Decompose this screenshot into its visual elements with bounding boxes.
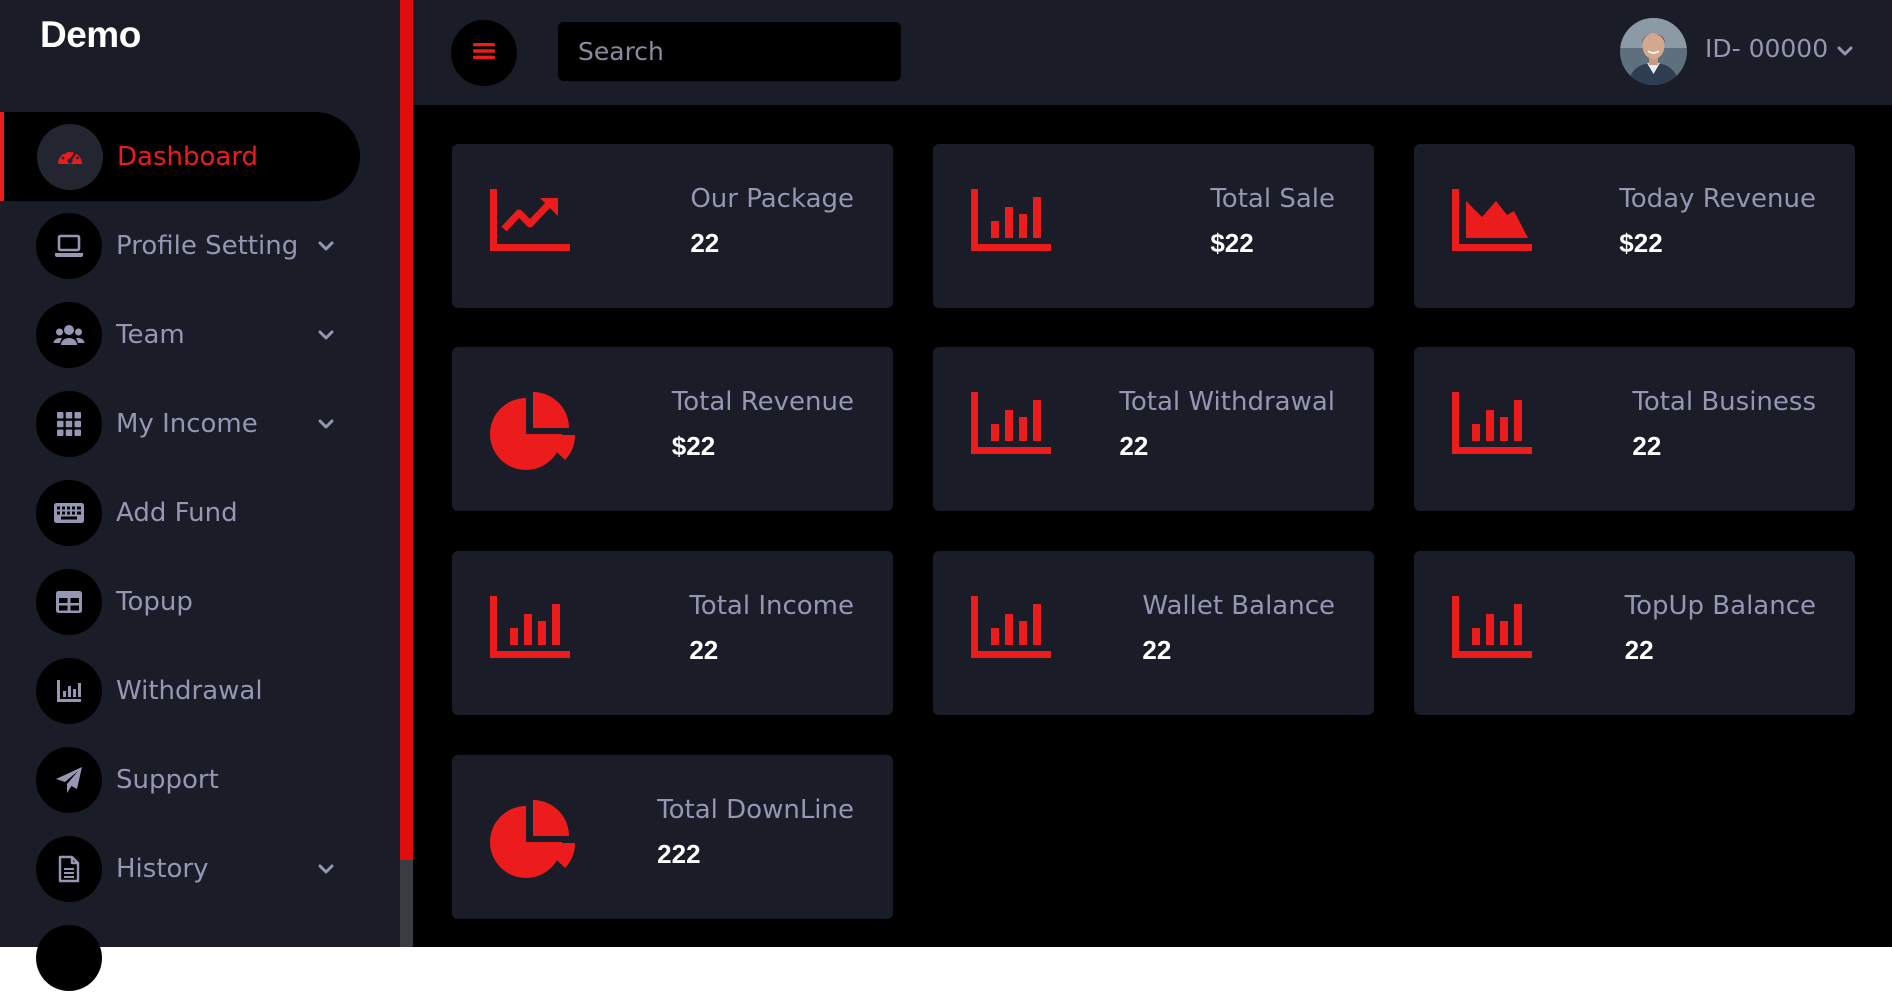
chart-icon	[36, 658, 102, 724]
card-text: Total Business 22	[1632, 385, 1816, 461]
menu-toggle-button[interactable]	[451, 20, 517, 86]
avatar[interactable]	[1620, 18, 1687, 85]
card-text: Total DownLine 222	[657, 793, 854, 869]
sidebar: Demo Dashboard Profile Setting Team My I…	[0, 0, 400, 991]
chevron-down-icon[interactable]	[318, 860, 334, 879]
stat-card-total-withdrawal[interactable]: Total Withdrawal 22	[933, 347, 1374, 511]
stat-card-total-sale[interactable]: Total Sale $22	[933, 144, 1374, 308]
stat-card-topup-balance[interactable]: TopUp Balance 22	[1414, 551, 1855, 715]
card-label: TopUp Balance	[1624, 591, 1816, 621]
bar-chart-icon	[971, 189, 1051, 255]
laptop-icon	[36, 213, 102, 279]
sidebar-item-label: Add Fund	[116, 498, 238, 528]
bar-chart-icon	[1452, 392, 1532, 458]
card-label: Total Income	[689, 591, 854, 621]
top-header: ID- 00000	[413, 0, 1892, 105]
card-text: Total Withdrawal 22	[1119, 385, 1335, 461]
card-label: Today Revenue	[1619, 184, 1816, 214]
sidebar-item-topup[interactable]: Topup	[0, 557, 360, 646]
card-value: $22	[671, 431, 716, 461]
sidebar-menu: Dashboard Profile Setting Team My Income…	[0, 112, 400, 1002]
sidebar-item-label: Withdrawal	[116, 676, 263, 706]
grid-icon	[36, 391, 102, 457]
stat-card-today-revenue[interactable]: Today Revenue $22	[1414, 144, 1855, 308]
chevron-down-icon[interactable]	[318, 237, 334, 256]
card-value: 22	[1624, 635, 1654, 665]
sidebar-item-support[interactable]: Support	[0, 735, 360, 824]
card-value: 22	[1119, 431, 1149, 461]
chevron-down-icon[interactable]	[318, 415, 334, 434]
card-label: Total DownLine	[657, 795, 854, 825]
card-text: TopUp Balance 22	[1625, 589, 1816, 665]
bar-chart-icon	[971, 596, 1051, 662]
sidebar-item-label: Dashboard	[117, 142, 259, 172]
search-input[interactable]	[558, 22, 901, 81]
speedometer-icon	[37, 124, 103, 190]
sidebar-item-label: Profile Setting	[116, 231, 299, 261]
menu-icon-circle	[36, 925, 102, 991]
bar-chart-icon	[1452, 596, 1532, 662]
card-label: Total Revenue	[671, 387, 854, 417]
user-id-label[interactable]: ID- 00000	[1705, 34, 1828, 63]
app-root: Demo Dashboard Profile Setting Team My I…	[0, 0, 1892, 991]
card-value: $22	[1210, 228, 1254, 258]
card-label: Our Package	[690, 184, 854, 214]
document-icon	[36, 836, 102, 902]
chevron-down-icon[interactable]	[318, 326, 334, 345]
stat-card-total-business[interactable]: Total Business 22	[1414, 347, 1855, 511]
stat-card-total-revenue[interactable]: Total Revenue $22	[452, 347, 893, 511]
card-text: Total Revenue $22	[672, 385, 854, 461]
card-value: 22	[690, 228, 720, 258]
card-label: Wallet Balance	[1142, 591, 1335, 621]
sidebar-item-add-fund[interactable]: Add Fund	[0, 468, 360, 557]
table-icon	[36, 569, 102, 635]
sidebar-item-label: Support	[116, 765, 219, 795]
sidebar-item-withdrawal[interactable]: Withdrawal	[0, 646, 360, 735]
users-icon	[36, 302, 102, 368]
sidebar-item-history[interactable]: History	[0, 824, 360, 913]
card-value: 222	[657, 839, 701, 869]
card-value: 22	[1142, 635, 1172, 665]
card-text: Today Revenue $22	[1619, 182, 1816, 258]
bar-chart-icon	[490, 596, 570, 662]
card-text: Total Sale $22	[1210, 182, 1335, 258]
area-chart-icon	[1452, 189, 1532, 255]
paper-plane-icon	[36, 747, 102, 813]
card-label: Total Withdrawal	[1119, 387, 1335, 417]
card-text: Wallet Balance 22	[1142, 589, 1335, 665]
sidebar-item-label: History	[116, 854, 209, 884]
stat-card-total-downline[interactable]: Total DownLine 222	[452, 755, 893, 919]
pie-chart-icon	[490, 392, 576, 476]
line-chart-icon	[490, 189, 570, 255]
chevron-down-icon[interactable]	[1837, 42, 1853, 61]
card-label: Total Business	[1632, 387, 1816, 417]
card-value: 22	[689, 635, 719, 665]
card-label: Total Sale	[1210, 184, 1335, 214]
sidebar-scrollbar-thumb[interactable]	[400, 0, 413, 860]
sidebar-item-dashboard[interactable]: Dashboard	[0, 112, 360, 201]
sidebar-item-label: Team	[116, 320, 185, 350]
keyboard-icon	[36, 480, 102, 546]
sidebar-item-team[interactable]: Team	[0, 290, 360, 379]
sidebar-item-profile-setting[interactable]: Profile Setting	[0, 201, 360, 290]
sidebar-item-partial[interactable]	[0, 913, 360, 1002]
card-text: Total Income 22	[689, 589, 854, 665]
card-text: Our Package 22	[690, 182, 854, 258]
stat-card-wallet-balance[interactable]: Wallet Balance 22	[933, 551, 1374, 715]
sidebar-item-my-income[interactable]: My Income	[0, 379, 360, 468]
sidebar-item-label: My Income	[116, 409, 258, 439]
card-value: $22	[1619, 228, 1663, 258]
stat-card-our-package[interactable]: Our Package 22	[452, 144, 893, 308]
pie-chart-icon	[490, 800, 576, 884]
brand-logo[interactable]: Demo	[40, 14, 141, 56]
hamburger-icon	[472, 41, 496, 65]
sidebar-item-label: Topup	[116, 587, 193, 617]
bar-chart-icon	[971, 392, 1051, 458]
stat-card-total-income[interactable]: Total Income 22	[452, 551, 893, 715]
card-value: 22	[1632, 431, 1662, 461]
dashboard-content: Our Package 22 Total Sale $22 Today Reve…	[413, 105, 1892, 947]
